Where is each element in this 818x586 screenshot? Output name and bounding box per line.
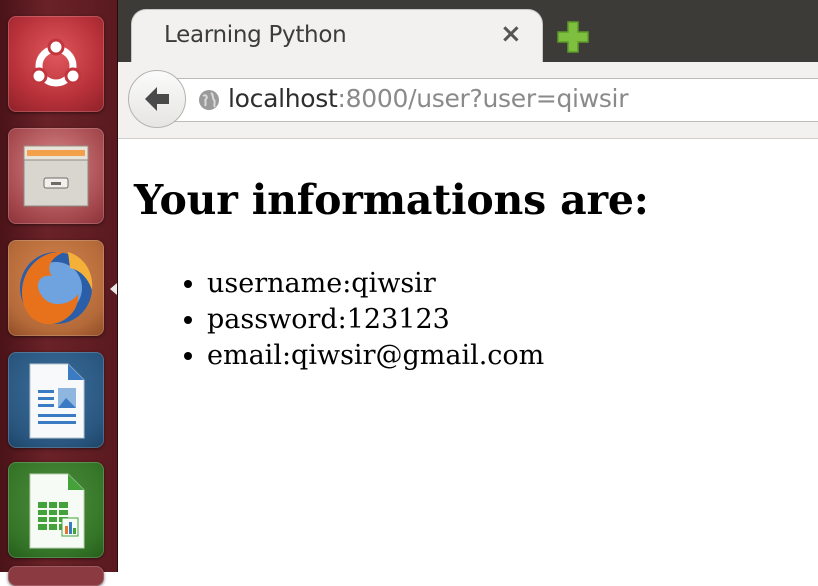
- list-item-email: email:qiwsir@gmail.com: [207, 338, 544, 374]
- ubuntu-logo-icon: [30, 38, 82, 87]
- globe-icon[interactable]: [198, 89, 220, 111]
- firefox-icon: [20, 251, 93, 325]
- back-arrow-icon: [145, 87, 169, 111]
- active-app-indicator: [110, 283, 117, 295]
- url-text[interactable]: localhost:8000/user?user=qiwsir: [228, 84, 628, 113]
- page-heading: Your informations are:: [134, 176, 649, 224]
- list-item-password: password:123123: [207, 302, 544, 338]
- file-cabinet-icon: [23, 145, 89, 207]
- tab-close-icon[interactable]: ×: [500, 19, 522, 49]
- launcher-ubuntu-dash[interactable]: [8, 16, 104, 112]
- tab-title: Learning Python: [164, 22, 347, 48]
- launcher-files[interactable]: [8, 128, 104, 224]
- launcher-firefox[interactable]: [8, 240, 104, 336]
- writer-document-icon: [29, 363, 85, 439]
- launcher-libreoffice-writer[interactable]: [8, 352, 104, 448]
- calc-spreadsheet-icon: [29, 473, 85, 549]
- info-list: username:qiwsir password:123123 email:qi…: [160, 266, 544, 374]
- launcher-item-partial[interactable]: [8, 566, 104, 586]
- launcher-libreoffice-calc[interactable]: [8, 462, 104, 558]
- back-button[interactable]: [128, 70, 186, 128]
- url-path: :8000/user?user=qiwsir: [337, 84, 629, 113]
- url-host: localhost: [228, 84, 338, 113]
- new-tab-plus-icon[interactable]: [556, 20, 590, 54]
- unity-launcher: [0, 0, 118, 586]
- list-item-username: username:qiwsir: [207, 266, 544, 302]
